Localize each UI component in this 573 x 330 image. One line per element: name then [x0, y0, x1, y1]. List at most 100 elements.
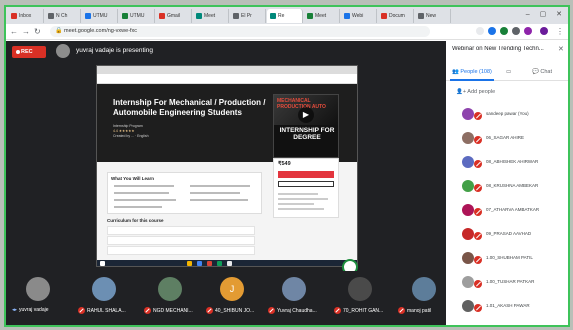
participant-tile[interactable]: NGD MECHANI...	[144, 273, 200, 325]
taskbar-app-icon	[187, 261, 192, 266]
tab-strip: Inbox N Ch UTMU UTMU Gmail Meet El Pr Re Meet Web…	[6, 7, 568, 24]
mic-off-icon	[474, 304, 482, 312]
participant-tile[interactable]: 70_ROHIT GAN...	[334, 273, 390, 325]
forward-icon[interactable]: →	[22, 27, 30, 36]
browser-tab[interactable]: N Ch	[45, 9, 81, 23]
reload-icon[interactable]: ↻	[34, 27, 41, 36]
browser-tab-label: Docum	[389, 13, 405, 19]
browser-tab-label: Inbox	[19, 13, 32, 19]
mic-off-icon	[474, 112, 482, 120]
tab-indicator	[450, 79, 494, 81]
url-input[interactable]: 🔒 meet.google.com/ng-vxwe-fxc	[50, 26, 430, 37]
people-panel: Webinar on New Trending Techn... ✕ 👥 Peo…	[446, 41, 568, 325]
meet-icon	[196, 13, 202, 19]
participant-strip: ◂▸ yuvraj vadaje RAHUL SHALA... NGD MECHANI…	[6, 271, 446, 325]
avatar	[462, 108, 474, 120]
taskbar-app-icon	[227, 261, 232, 266]
people-list-item[interactable]: 06_SAGAR AHIRE	[446, 129, 568, 149]
text-line	[114, 199, 176, 201]
add-people-label: Add people	[467, 89, 496, 95]
people-list-item[interactable]: sandeep pawar (You)	[446, 105, 568, 125]
star-icon[interactable]	[476, 27, 484, 35]
lock-icon: 🔒	[55, 28, 63, 34]
gmail-icon	[159, 13, 165, 19]
participant-tile[interactable]: Yuvraj Chaudha...	[268, 273, 324, 325]
participant-name-row: NGD MECHANI...	[144, 307, 208, 314]
avatar	[462, 156, 474, 168]
avatar	[462, 300, 474, 312]
extension-icon[interactable]	[524, 27, 532, 35]
people-list-item[interactable]: 07_ATHARVA AMBATKAR	[446, 201, 568, 221]
browser-tab[interactable]: UTMU	[119, 9, 155, 23]
people-list-item[interactable]: 1.00_SHUBHAM PATIL	[446, 249, 568, 269]
back-icon[interactable]: ←	[10, 27, 18, 36]
person-name: 09_PRASAD AAVHAD	[486, 231, 532, 236]
tab-chat[interactable]: 💬 Chat	[532, 69, 552, 75]
address-bar-row: ← → ↻ 🔒 meet.google.com/ng-vxwe-fxc ⋮	[6, 24, 568, 40]
tab-people[interactable]: 👥 People (108)	[452, 69, 492, 75]
people-list-item[interactable]: 08_ABHISHEK AHIRWAR	[446, 153, 568, 173]
browser-tab[interactable]: Docum	[378, 9, 414, 23]
browser-tab-label: New	[426, 13, 437, 19]
profile-avatar[interactable]	[540, 27, 548, 35]
curriculum-title: Curriculum for this course	[107, 218, 164, 223]
course-preview-video: MECHANICAL PRODUCTION AUTO ▶ INTERNSHIP …	[273, 94, 339, 158]
learn-box: What You Will Learn	[107, 172, 262, 214]
participant-tile[interactable]: J 40_SHIBUN JO...	[206, 273, 262, 325]
browser-window: Inbox N Ch UTMU UTMU Gmail Meet El Pr Re Meet Web…	[4, 5, 570, 327]
browser-tab[interactable]: New	[415, 9, 451, 23]
extension-icon[interactable]	[500, 27, 508, 35]
browser-menu-icon[interactable]: ⋮	[556, 27, 564, 36]
sheets-icon	[122, 13, 128, 19]
people-list-item[interactable]: 1.01_AKASH PAWAR	[446, 297, 568, 317]
participant-avatar	[158, 277, 182, 301]
browser-tab[interactable]: Re	[267, 9, 303, 23]
participant-name: yuvraj vadaje	[19, 307, 49, 313]
course-title: Internship For Mechanical / Production /…	[113, 98, 266, 117]
browser-tab-label: UTMU	[130, 13, 145, 19]
extension-icon[interactable]	[512, 27, 520, 35]
extension-icon[interactable]	[488, 27, 496, 35]
mic-off-icon	[268, 307, 275, 314]
mic-off-icon	[474, 280, 482, 288]
shared-screen: Internship For Mechanical / Production /…	[96, 65, 358, 267]
window-controls[interactable]: – ▢ ✕	[526, 10, 566, 18]
text-line	[278, 208, 324, 210]
taskbar-app-icon	[207, 261, 212, 266]
people-list-item[interactable]: 09_PRASAD AAVHAD	[446, 225, 568, 245]
person-name: 06_SAGAR AHIRE	[486, 135, 525, 140]
people-list-item[interactable]: 08_KRUSHNA AMBEKAR	[446, 177, 568, 197]
browser-tab[interactable]: UTMU	[82, 9, 118, 23]
mic-off-icon	[144, 307, 151, 314]
person-name: sandeep pawar (You)	[486, 111, 529, 116]
mic-off-icon	[474, 136, 482, 144]
browser-tab[interactable]: Gmail	[156, 9, 192, 23]
text-line	[278, 198, 328, 200]
tab-chat-badge-icon[interactable]: ▭	[506, 69, 511, 75]
participant-name-row: 40_SHIBUN JO...	[206, 307, 270, 314]
participant-name: NGD MECHANI...	[153, 307, 193, 314]
person-name: 07_ATHARVA AMBATKAR	[486, 207, 540, 212]
participant-avatar	[348, 277, 372, 301]
browser-tab[interactable]: Meet	[304, 9, 340, 23]
mic-off-icon	[474, 184, 482, 192]
close-icon[interactable]: ✕	[558, 45, 564, 53]
participant-tile[interactable]: RAHUL SHALA...	[78, 273, 134, 325]
buy-now-button	[278, 181, 334, 187]
browser-tab[interactable]: Inbox	[8, 9, 44, 23]
people-list-item[interactable]: 1.00_TUSHAR PATKAR	[446, 273, 568, 293]
page-icon	[233, 13, 239, 19]
participant-tile[interactable]: ◂▸ yuvraj vadaje	[12, 273, 68, 325]
browser-tab[interactable]: Webi	[341, 9, 377, 23]
youtube-icon	[381, 13, 387, 19]
browser-tab-label: Gmail	[167, 13, 181, 19]
price-card: ₹549	[273, 158, 339, 218]
add-people-button[interactable]: 👤+ Add people	[456, 89, 495, 95]
browser-tab[interactable]: Meet	[193, 9, 229, 23]
browser-tab[interactable]: El Pr	[230, 9, 266, 23]
course-meta: Internship Program 4.4 ★★★★★ Created by …	[113, 124, 263, 139]
taskbar-app-icon	[217, 261, 222, 266]
url-text: meet.google.com/ng-vxwe-fxc	[64, 28, 138, 34]
person-name: 08_ABHISHEK AHIRWAR	[486, 159, 539, 164]
mic-off-icon	[474, 256, 482, 264]
